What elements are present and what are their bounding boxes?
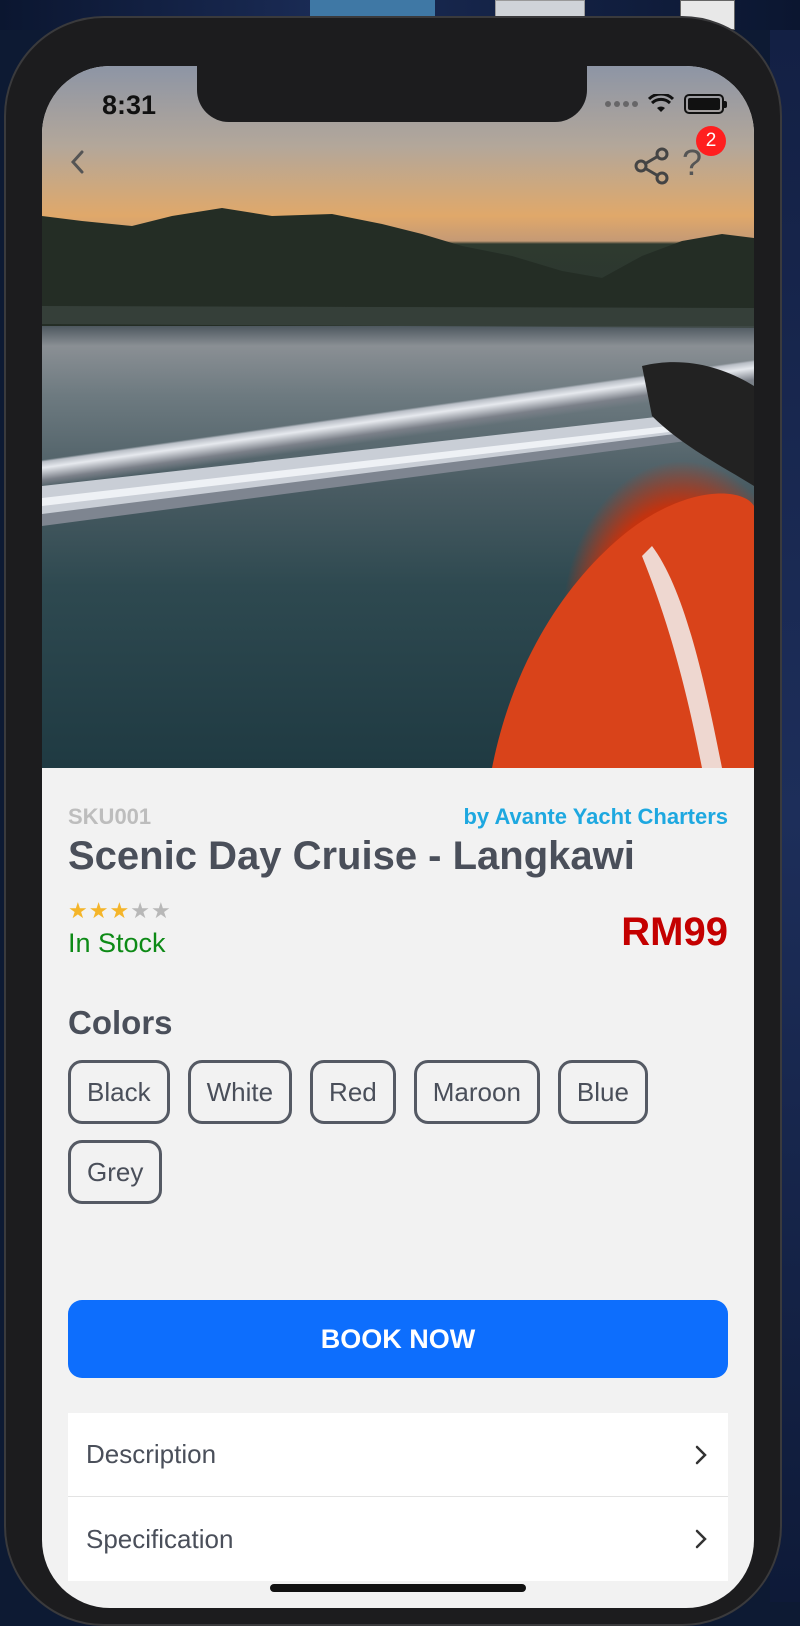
- color-chip-black[interactable]: Black: [68, 1060, 170, 1124]
- color-options: Black White Red Maroon Blue Grey: [68, 1060, 688, 1204]
- rating-stars: ★ ★ ★ ★ ★: [68, 900, 171, 922]
- phone-frame: 8:31 ? 2 SKU001 by Avante Yacht Charters: [4, 16, 782, 1626]
- star-icon: ★: [130, 898, 150, 923]
- vendor-link[interactable]: by Avante Yacht Charters: [463, 804, 728, 830]
- stock-status: In Stock: [68, 928, 166, 958]
- battery-icon: [684, 94, 727, 114]
- signal-icon: [605, 101, 638, 107]
- device-notch: [197, 66, 587, 122]
- description-row[interactable]: Description: [68, 1413, 728, 1497]
- back-button[interactable]: [64, 144, 94, 180]
- app-screen: 8:31 ? 2 SKU001 by Avante Yacht Charters: [42, 66, 754, 1608]
- notification-badge: 2: [696, 126, 726, 156]
- star-icon: ★: [150, 898, 171, 923]
- status-time: 8:31: [102, 90, 157, 120]
- status-icons: [605, 94, 727, 114]
- chevron-right-icon: [695, 1529, 707, 1549]
- color-chip-grey[interactable]: Grey: [68, 1140, 163, 1204]
- product-sku: SKU001: [68, 804, 152, 829]
- star-icon: ★: [68, 898, 88, 923]
- color-chip-white[interactable]: White: [187, 1060, 293, 1124]
- sku-row: SKU001 by Avante Yacht Charters: [68, 804, 728, 834]
- specification-row[interactable]: Specification: [68, 1497, 728, 1581]
- book-now-button[interactable]: BOOK NOW: [68, 1300, 728, 1378]
- star-icon: ★: [109, 898, 130, 923]
- detail-list: Description Specification: [68, 1413, 728, 1581]
- star-icon: ★: [88, 898, 109, 923]
- color-chip-maroon[interactable]: Maroon: [413, 1060, 540, 1124]
- product-title: Scenic Day Cruise - Langkawi: [68, 834, 635, 878]
- product-price: RM99: [621, 910, 728, 954]
- chevron-right-icon: [695, 1445, 707, 1464]
- specification-label: Specification: [86, 1523, 234, 1554]
- share-icon[interactable]: [632, 146, 672, 186]
- wifi-icon: [648, 94, 674, 112]
- colors-heading: Colors: [68, 1004, 173, 1041]
- color-chip-red[interactable]: Red: [310, 1060, 396, 1124]
- color-chip-blue[interactable]: Blue: [557, 1060, 648, 1124]
- home-indicator[interactable]: [270, 1584, 526, 1592]
- description-label: Description: [86, 1439, 217, 1469]
